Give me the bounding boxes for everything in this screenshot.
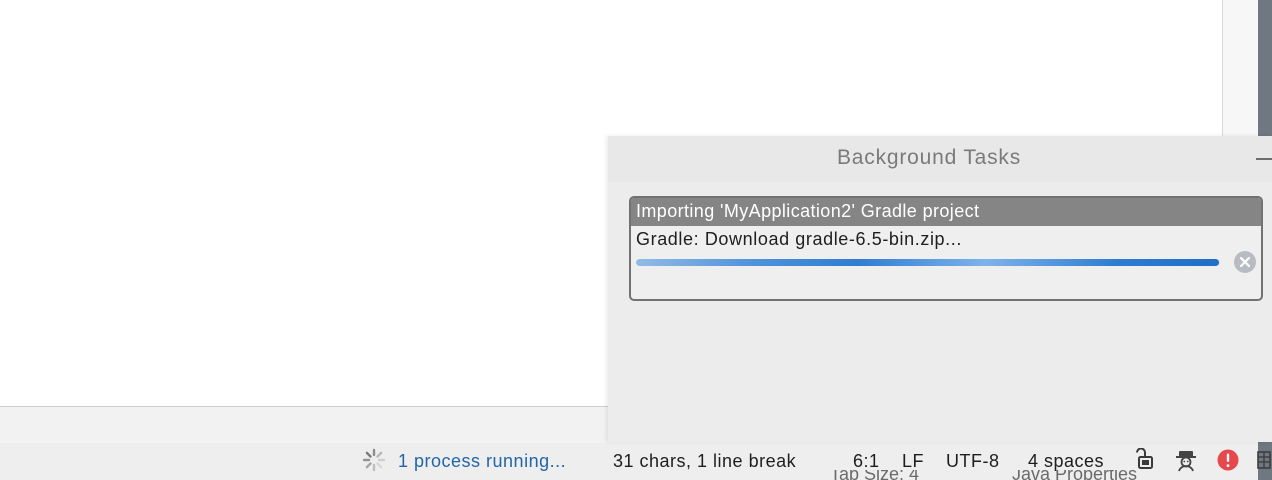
inspector-icon[interactable] [1174,448,1198,472]
file-encoding[interactable]: UTF-8 [946,447,1000,475]
right-gutter [1223,0,1258,140]
task-title: Importing 'MyApplication2' Gradle projec… [636,201,980,221]
popup-header: Background Tasks [608,136,1272,182]
spinner-icon [362,448,386,472]
task-progress-fill [636,259,1220,266]
task-detail: Gradle: Download gradle-6.5-bin.zip... [636,229,962,249]
process-running-link[interactable]: 1 process running... [398,447,566,475]
popup-title: Background Tasks [836,146,1021,169]
lock-open-icon[interactable] [1132,448,1156,472]
task-progress-bar [636,259,1220,266]
cancel-icon[interactable] [1233,250,1257,274]
minimize-icon [1256,158,1272,160]
background-tasks-popup: Background Tasks Importing 'MyApplicatio… [608,136,1272,442]
indent-setting[interactable]: 4 spaces [1028,447,1104,475]
caret-position[interactable]: 6:1 [853,447,880,475]
line-separator[interactable]: LF [902,447,924,475]
minimize-button[interactable] [1256,148,1272,170]
selection-info[interactable]: 31 chars, 1 line break [613,447,796,475]
task-title-bar: Importing 'MyApplication2' Gradle projec… [631,198,1261,226]
grid-icon[interactable] [1256,448,1272,472]
error-icon[interactable] [1216,448,1240,472]
task-card: Importing 'MyApplication2' Gradle projec… [629,196,1263,301]
